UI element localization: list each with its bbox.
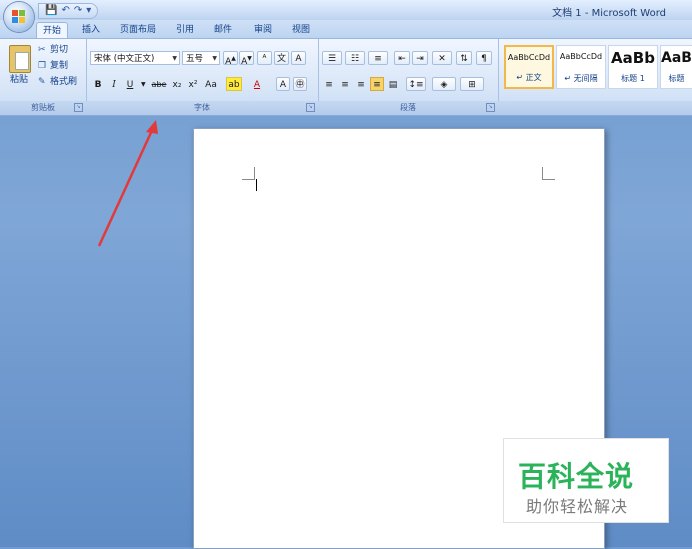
arrow-shaft bbox=[97, 125, 156, 247]
office-button[interactable] bbox=[4, 2, 34, 32]
arrow-head bbox=[146, 120, 158, 134]
watermark-subtitle: 助你轻松解决 bbox=[526, 497, 629, 516]
watermark: 百科全说 助你轻松解决 bbox=[503, 438, 669, 523]
watermark-title: 百科全说 bbox=[518, 460, 635, 493]
office-logo-icon bbox=[12, 10, 26, 24]
